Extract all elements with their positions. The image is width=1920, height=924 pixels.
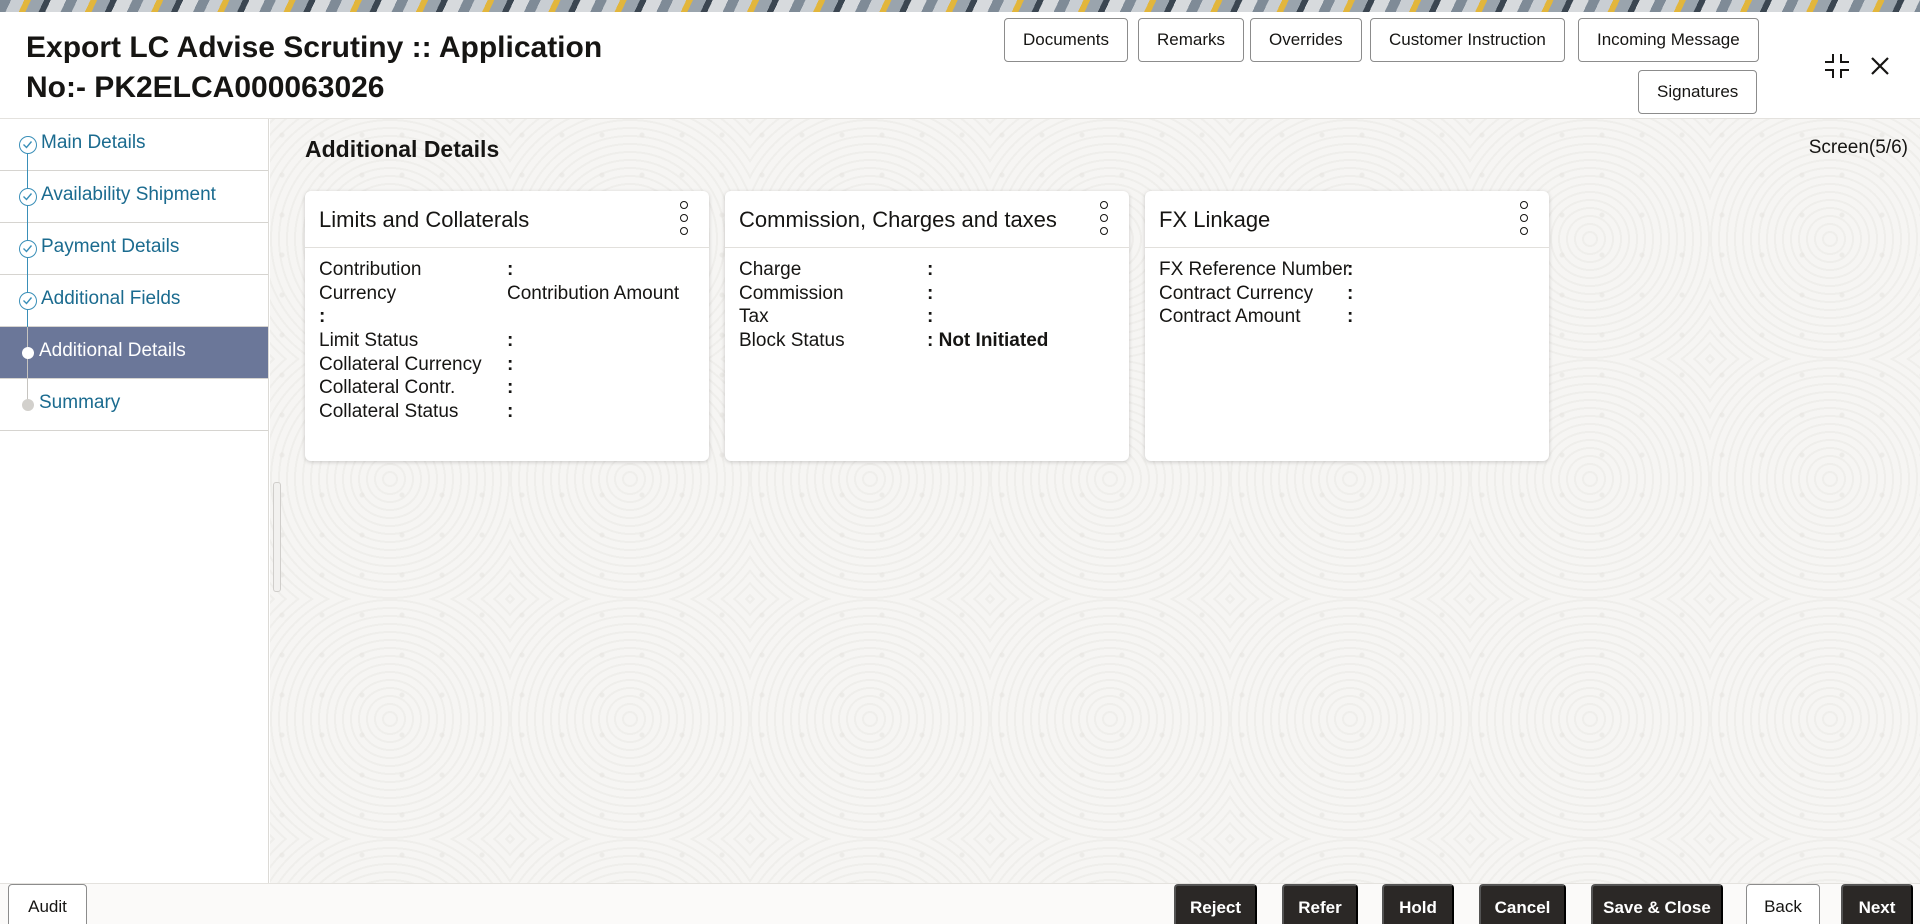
charge-row: Charge : xyxy=(739,258,1119,282)
decorative-banner xyxy=(0,0,1920,12)
fx-linkage-card: FX Linkage FX Reference Number : Contrac… xyxy=(1145,191,1549,461)
more-options-icon[interactable] xyxy=(677,201,691,235)
field-colon: : xyxy=(319,306,326,328)
sidebar-item-label: Additional Details xyxy=(39,340,186,361)
more-options-icon[interactable] xyxy=(1517,201,1531,235)
next-button[interactable]: Next xyxy=(1841,884,1913,924)
incoming-message-button[interactable]: Incoming Message xyxy=(1578,18,1759,62)
card-divider xyxy=(305,247,709,248)
audit-button[interactable]: Audit xyxy=(8,884,87,924)
action-footer: Audit Reject Refer Hold Cancel Save & Cl… xyxy=(0,883,1920,924)
sidebar-item-availability-shipment[interactable]: Availability Shipment xyxy=(0,171,268,223)
save-and-close-button[interactable]: Save & Close xyxy=(1591,884,1723,924)
field-colon: : xyxy=(507,401,514,423)
field-label: Collateral Contr. xyxy=(319,377,456,399)
block-status-row: Block Status : Not Initiated xyxy=(739,329,1119,353)
pending-step-dot-icon xyxy=(22,399,34,411)
field-label: Contribution xyxy=(319,259,422,280)
sidebar-item-label: Availability Shipment xyxy=(41,184,216,205)
card-body: Charge : Commission : Tax : Block Status… xyxy=(739,258,1119,353)
check-circle-icon xyxy=(19,240,37,258)
field-label: Collateral Status xyxy=(319,401,459,423)
current-step-dot-icon xyxy=(22,347,34,359)
field-colon: : xyxy=(1347,282,1354,304)
sidebar-item-payment-details[interactable]: Payment Details xyxy=(0,223,268,275)
collateral-contr-row: Collateral Contr. : xyxy=(319,376,699,400)
card-divider xyxy=(725,247,1129,248)
tax-row: Tax : xyxy=(739,305,1119,329)
contribution-amount-row: Currency Contribution Amount xyxy=(319,282,699,306)
field-label: Collateral Currency xyxy=(319,353,482,375)
check-circle-icon xyxy=(19,188,37,206)
sidebar-item-additional-details[interactable]: Additional Details xyxy=(0,327,268,379)
section-title: Additional Details xyxy=(305,136,500,162)
field-label: Contribution Amount xyxy=(507,282,680,304)
block-status-value: : Not Initiated xyxy=(927,330,1049,352)
field-label: Contract Amount xyxy=(1159,306,1301,328)
sidebar-item-label: Main Details xyxy=(41,132,146,153)
cancel-button[interactable]: Cancel xyxy=(1479,884,1566,924)
contract-currency-row: Contract Currency : xyxy=(1159,282,1539,306)
documents-button[interactable]: Documents xyxy=(1004,18,1128,62)
panel-resize-handle[interactable] xyxy=(273,482,281,592)
card-title: Commission, Charges and taxes xyxy=(739,207,1057,232)
sidebar-item-label: Payment Details xyxy=(41,236,180,257)
hold-button[interactable]: Hold xyxy=(1382,884,1454,924)
card-title: FX Linkage xyxy=(1159,207,1271,232)
process-steps-sidebar: Main Details Availability Shipment Payme… xyxy=(0,119,269,883)
field-label: Currency xyxy=(319,282,397,304)
remarks-button[interactable]: Remarks xyxy=(1138,18,1245,62)
check-circle-icon xyxy=(19,136,37,154)
check-circle-icon xyxy=(19,292,37,310)
screen-indicator: Screen(5/6) xyxy=(1808,137,1908,158)
card-body: FX Reference Number : Contract Currency … xyxy=(1159,258,1539,329)
sidebar-item-summary[interactable]: Summary xyxy=(0,379,268,431)
field-label: Contract Currency xyxy=(1159,282,1314,304)
page-title: Export LC Advise Scrutiny :: Application… xyxy=(26,31,603,104)
field-label: FX Reference Number xyxy=(1159,259,1350,280)
field-colon: : xyxy=(1347,259,1354,280)
field-colon: : xyxy=(507,259,514,280)
reject-button[interactable]: Reject xyxy=(1174,884,1257,924)
commission-charges-taxes-card: Commission, Charges and taxes Charge : C… xyxy=(725,191,1129,461)
field-colon: : xyxy=(927,259,934,280)
collateral-currency-row: Collateral Currency : xyxy=(319,353,699,377)
field-colon: : xyxy=(507,353,514,375)
card-title: Limits and Collaterals xyxy=(319,207,530,232)
close-icon[interactable] xyxy=(1862,48,1898,84)
contribution-currency-row: Contribution : xyxy=(319,258,699,282)
main-content: Additional Details Screen(5/6) Limits an… xyxy=(270,119,1920,883)
contract-amount-row: Contract Amount : xyxy=(1159,305,1539,329)
field-colon: : xyxy=(927,306,934,328)
sidebar-item-label: Summary xyxy=(39,392,121,413)
refer-button[interactable]: Refer xyxy=(1282,884,1358,924)
back-button[interactable]: Back xyxy=(1746,884,1820,924)
contribution-amount-colon-row: : xyxy=(319,305,699,329)
more-options-icon[interactable] xyxy=(1097,201,1111,235)
card-divider xyxy=(1145,247,1549,248)
field-colon: : xyxy=(507,330,514,352)
field-label: Block Status xyxy=(739,330,845,352)
limit-status-row: Limit Status : xyxy=(319,329,699,353)
field-label: Commission xyxy=(739,282,844,304)
commission-row: Commission : xyxy=(739,282,1119,306)
field-label: Limit Status xyxy=(319,330,419,352)
sidebar-item-label: Additional Fields xyxy=(41,288,181,309)
page-header: Export LC Advise Scrutiny :: Application… xyxy=(0,12,1920,119)
field-colon: : xyxy=(507,377,514,399)
card-body: Contribution : Currency Contribution Amo… xyxy=(319,258,699,424)
sidebar-item-main-details[interactable]: Main Details xyxy=(0,119,268,171)
fx-reference-number-row: FX Reference Number : xyxy=(1159,258,1539,282)
sidebar-item-additional-fields[interactable]: Additional Fields xyxy=(0,275,268,327)
compress-icon[interactable] xyxy=(1819,48,1855,84)
signatures-button[interactable]: Signatures xyxy=(1638,70,1758,114)
field-label: Charge xyxy=(739,259,802,280)
overrides-button[interactable]: Overrides xyxy=(1250,18,1362,62)
field-colon: : xyxy=(1347,306,1354,328)
field-label: Tax xyxy=(739,306,769,328)
limits-and-collaterals-card: Limits and Collaterals Contribution : Cu… xyxy=(305,191,709,461)
customer-instruction-button[interactable]: Customer Instruction xyxy=(1370,18,1565,62)
collateral-status-row: Collateral Status : xyxy=(319,400,699,424)
field-colon: : xyxy=(927,282,934,304)
